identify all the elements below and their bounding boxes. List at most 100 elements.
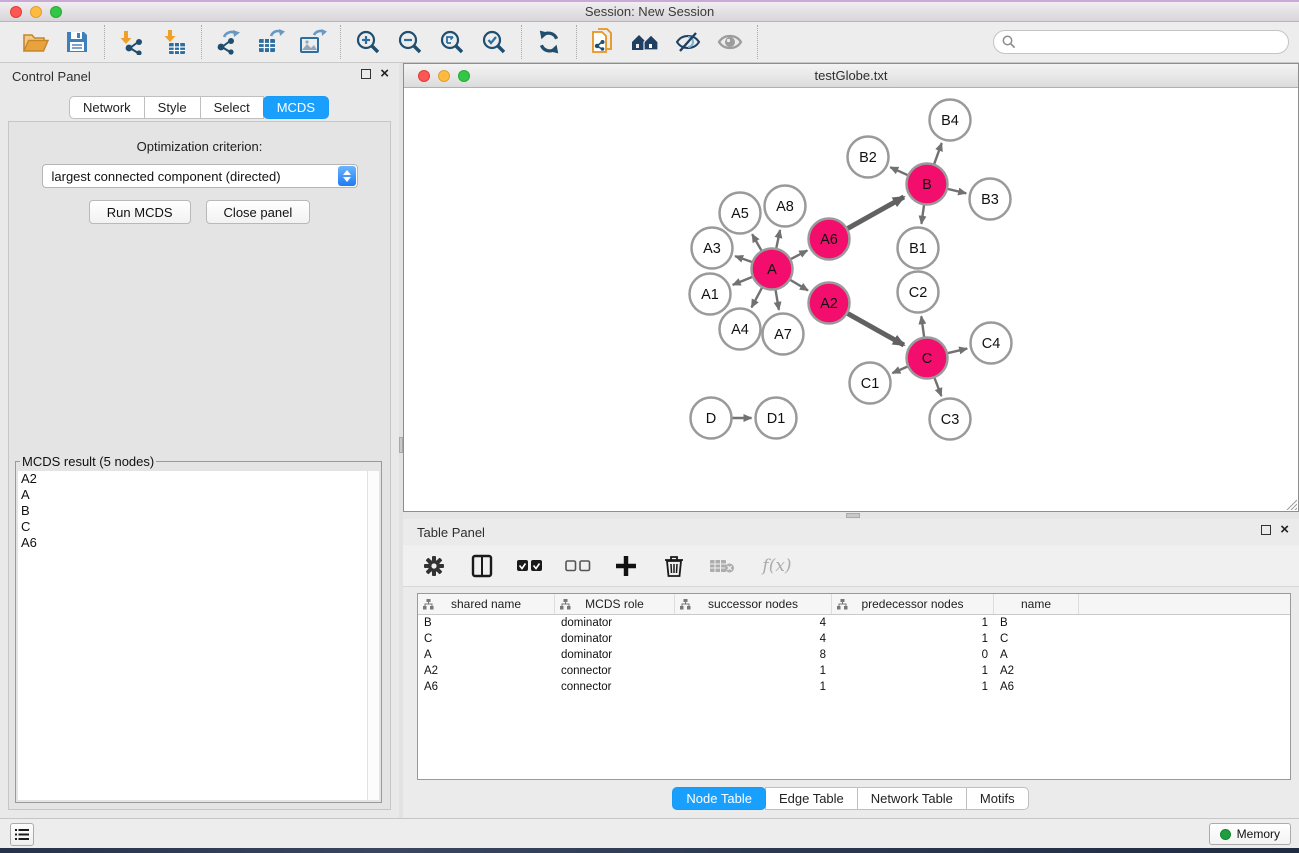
graph-edge-C-C2[interactable] [921, 316, 924, 337]
horizontal-splitter-handle[interactable] [846, 513, 860, 518]
table-cell[interactable]: connector [555, 679, 675, 695]
search-input[interactable] [1016, 35, 1288, 50]
select-all-button[interactable] [517, 551, 543, 581]
zoom-in-button[interactable] [347, 25, 389, 59]
graph-edge-A-A8[interactable] [776, 230, 780, 249]
graph-node-A6[interactable]: A6 [809, 219, 850, 260]
graph-edge-B-B1[interactable] [921, 204, 924, 223]
table-cell[interactable]: connector [555, 663, 675, 679]
column-header-successor-nodes[interactable]: successor nodes [675, 594, 832, 614]
graph-node-A5[interactable]: A5 [720, 193, 761, 234]
deselect-all-button[interactable] [565, 551, 591, 581]
table-cell[interactable]: 4 [675, 615, 832, 631]
table-cell[interactable]: 1 [832, 663, 994, 679]
tab-mcds[interactable]: MCDS [263, 96, 329, 119]
table-cell[interactable]: B [418, 615, 555, 631]
graph-edge-A-A5[interactable] [752, 234, 762, 251]
graph-node-C3[interactable]: C3 [930, 399, 971, 440]
minimize-window-button[interactable] [30, 6, 42, 18]
hide-graphics-details-button[interactable] [667, 25, 709, 59]
table-row[interactable]: A2connector11A2 [418, 663, 1290, 679]
graph-node-A7[interactable]: A7 [763, 314, 804, 355]
mcds-result-item-c[interactable]: C [18, 519, 367, 535]
maximize-window-button[interactable] [50, 6, 62, 18]
tab-style[interactable]: Style [144, 96, 201, 119]
graph-edge-A2-C[interactable] [847, 313, 904, 345]
table-cell[interactable]: 1 [832, 679, 994, 695]
create-column-button[interactable] [613, 551, 639, 581]
column-header-MCDS-role[interactable]: MCDS role [555, 594, 675, 614]
graph-edge-A-A7[interactable] [775, 289, 778, 310]
export-network-button[interactable] [208, 25, 250, 59]
graph-edge-A-A1[interactable] [733, 277, 753, 285]
memory-button[interactable]: Memory [1209, 823, 1291, 845]
graph-node-B3[interactable]: B3 [970, 179, 1011, 220]
close-panel-button[interactable]: Close panel [206, 200, 311, 224]
import-table-button[interactable] [153, 25, 195, 59]
table-cell[interactable]: A [418, 647, 555, 663]
column-header-shared-name[interactable]: shared name [418, 594, 555, 614]
table-cell[interactable]: dominator [555, 615, 675, 631]
column-header-name[interactable]: name [994, 594, 1079, 614]
mcds-result-item-a[interactable]: A [18, 487, 367, 503]
horizontal-splitter[interactable] [403, 512, 1299, 519]
graph-edge-B-B3[interactable] [947, 189, 966, 194]
graph-edge-B-B2[interactable] [890, 167, 908, 175]
close-window-button[interactable] [10, 6, 22, 18]
graph-node-A2[interactable]: A2 [809, 283, 850, 324]
graph-node-A8[interactable]: A8 [765, 186, 806, 227]
graph-edge-B-B4[interactable] [934, 143, 942, 165]
criterion-select[interactable]: largest connected component (directed) [42, 164, 358, 188]
network-window-titlebar[interactable]: testGlobe.txt [404, 64, 1298, 88]
import-network-button[interactable] [111, 25, 153, 59]
table-cell[interactable]: dominator [555, 631, 675, 647]
table-cell[interactable]: C [994, 631, 1079, 647]
graph-edge-C-C4[interactable] [947, 349, 967, 354]
graph-node-B1[interactable]: B1 [898, 228, 939, 269]
graph-node-A1[interactable]: A1 [690, 274, 731, 315]
table-cell[interactable]: 1 [675, 663, 832, 679]
table-cell[interactable]: A2 [994, 663, 1079, 679]
table-cell[interactable]: A [994, 647, 1079, 663]
search-field[interactable] [993, 30, 1289, 54]
table-row[interactable]: Bdominator41B [418, 615, 1290, 631]
clone-network-button[interactable] [583, 25, 625, 59]
network-close-button[interactable] [418, 70, 430, 82]
float-panel-icon[interactable] [361, 69, 371, 79]
table-row[interactable]: A6connector11A6 [418, 679, 1290, 695]
mcds-result-item-a2[interactable]: A2 [18, 471, 367, 487]
graph-node-C1[interactable]: C1 [850, 363, 891, 404]
graph-node-C2[interactable]: C2 [898, 272, 939, 313]
open-file-button[interactable] [14, 25, 56, 59]
table-cell[interactable]: 0 [832, 647, 994, 663]
table-tab-motifs[interactable]: Motifs [966, 787, 1029, 810]
graph-edge-A6-B[interactable] [847, 197, 904, 229]
tab-network[interactable]: Network [69, 96, 145, 119]
graph-edge-A-A3[interactable] [735, 256, 753, 262]
table-cell[interactable]: A2 [418, 663, 555, 679]
graph-node-A[interactable]: A [752, 249, 793, 290]
table-options-button[interactable] [421, 551, 447, 581]
table-tab-network-table[interactable]: Network Table [857, 787, 967, 810]
resize-grip-icon[interactable] [1283, 496, 1297, 510]
graph-edge-A-A6[interactable] [790, 250, 807, 259]
table-cell[interactable]: A6 [418, 679, 555, 695]
mcds-result-item-a6[interactable]: A6 [18, 535, 367, 551]
graph-edge-C-C1[interactable] [892, 366, 908, 373]
zoom-fit-button[interactable] [431, 25, 473, 59]
table-cell[interactable]: dominator [555, 647, 675, 663]
table-float-panel-icon[interactable] [1261, 525, 1271, 535]
table-cell[interactable]: B [994, 615, 1079, 631]
table-row[interactable]: Cdominator41C [418, 631, 1290, 647]
table-close-panel-icon[interactable]: × [1280, 525, 1289, 535]
tab-select[interactable]: Select [200, 96, 264, 119]
graph-node-B4[interactable]: B4 [930, 100, 971, 141]
graph-node-B2[interactable]: B2 [848, 137, 889, 178]
graph-edge-C-C3[interactable] [934, 377, 941, 396]
graph-node-B[interactable]: B [907, 164, 948, 205]
save-session-button[interactable] [56, 25, 98, 59]
zoom-selected-button[interactable] [473, 25, 515, 59]
refresh-button[interactable] [528, 25, 570, 59]
column-header-predecessor-nodes[interactable]: predecessor nodes [832, 594, 994, 614]
task-history-button[interactable] [10, 823, 34, 846]
